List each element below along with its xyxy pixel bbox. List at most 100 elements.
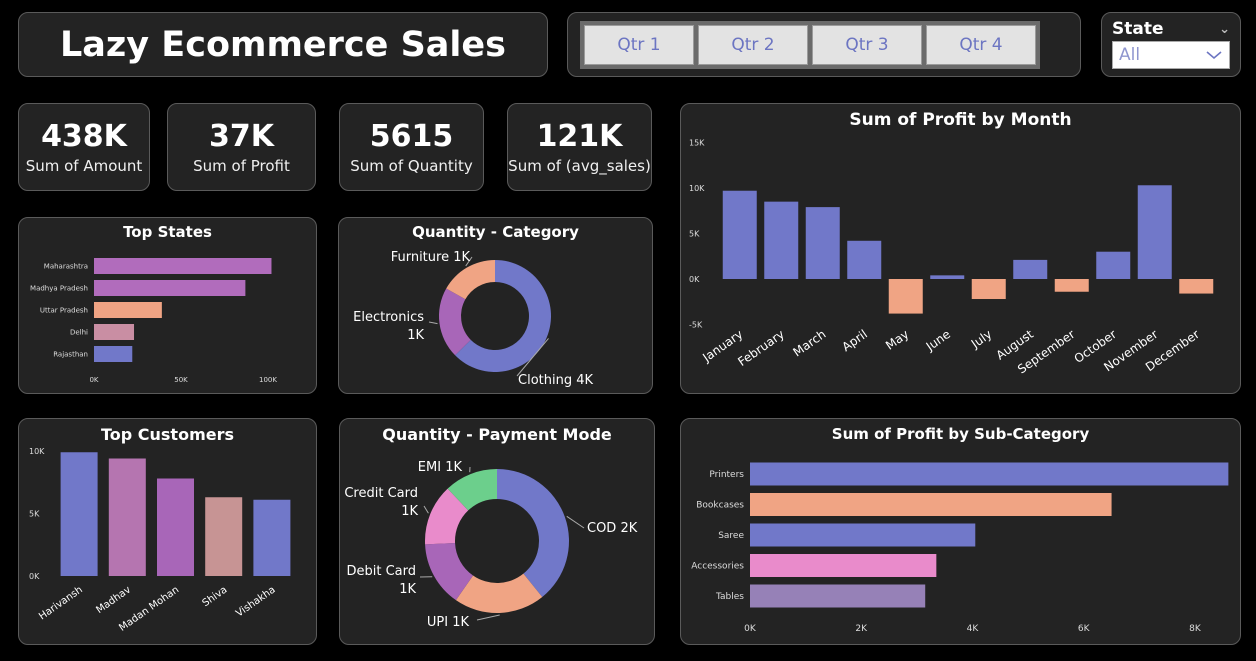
bar xyxy=(750,554,937,577)
top-states-card: Top States Maharashtra Madhya Pradesh Utta… xyxy=(18,217,317,394)
state-value: All xyxy=(1119,45,1141,65)
profit-by-subcategory-chart: Printers Bookcases Saree Accessories Tables 0… xyxy=(691,462,1229,634)
profit-by-subcategory-card: Sum of Profit by Sub-Category Printers Bo… xyxy=(680,418,1241,645)
y-tick-label: 10K xyxy=(689,184,705,193)
y-tick-label: 0K xyxy=(689,275,700,284)
quantity-category-chart: Clothing 4K Electronics 1K Furniture 1K xyxy=(353,250,593,388)
slice-label: Electronics 1K xyxy=(353,310,424,343)
bar xyxy=(750,523,976,547)
quarter-slicer: Qtr 1 Qtr 2 Qtr 3 Qtr 4 xyxy=(567,12,1081,77)
bar xyxy=(94,324,135,340)
x-tick-label: 0K xyxy=(89,376,98,384)
top-customers-chart: 10K5K0KHarivansh MadhavMadan Mohan Shiva Vi… xyxy=(29,447,291,634)
bar xyxy=(750,462,1229,486)
qtr-2-button[interactable]: Qtr 2 xyxy=(698,24,808,65)
category-label: Vishakha xyxy=(234,584,277,619)
category-label: Uttar Pradesh xyxy=(40,306,88,314)
slice-label: UPI 1K xyxy=(427,615,470,630)
bar xyxy=(60,452,98,576)
qtr-1-button[interactable]: Qtr 1 xyxy=(584,24,694,65)
x-tick-label: 8K xyxy=(1189,624,1202,634)
category-label: May xyxy=(883,327,911,353)
bar xyxy=(1137,185,1172,279)
kpi-value: 438K xyxy=(41,119,127,154)
category-label: February xyxy=(735,327,787,369)
category-label: Accessories xyxy=(691,562,744,572)
category-label: April xyxy=(839,327,870,354)
bar xyxy=(94,280,246,296)
bar xyxy=(94,346,133,362)
kpi-card-amount: 438K Sum of Amount xyxy=(18,103,150,191)
quarter-button-group: Qtr 1 Qtr 2 Qtr 3 Qtr 4 xyxy=(580,20,1040,69)
x-tick-label: 100K xyxy=(259,376,277,384)
qtr-3-button[interactable]: Qtr 3 xyxy=(812,24,922,65)
slice-label: COD 2K xyxy=(587,521,638,536)
kpi-value: 5615 xyxy=(369,119,454,154)
top-states-chart: Maharashtra Madhya Pradesh Uttar Pradesh De… xyxy=(30,258,277,384)
quantity-payment-card: Quantity - Payment Mode COD 2K UPI 1K Debi… xyxy=(339,418,655,645)
bar xyxy=(750,493,1112,516)
leader-line xyxy=(566,515,585,529)
bar xyxy=(157,478,194,576)
kpi-label: Sum of Profit xyxy=(193,157,290,175)
state-header: State ⌄ xyxy=(1112,19,1230,39)
state-label: State xyxy=(1112,19,1164,39)
title-card: Lazy Ecommerce Sales xyxy=(18,12,548,77)
bar xyxy=(888,279,923,314)
kpi-card-quantity: 5615 Sum of Quantity xyxy=(339,103,484,191)
state-slicer: State ⌄ All xyxy=(1101,12,1241,77)
quantity-category-card: Quantity - Category Clothing 4K Electroni… xyxy=(338,217,653,394)
y-tick-label: 0K xyxy=(29,572,40,581)
kpi-card-profit: 37K Sum of Profit xyxy=(167,103,316,191)
bar xyxy=(1013,259,1048,279)
kpi-label: Sum of Amount xyxy=(25,157,143,175)
bar xyxy=(805,207,840,279)
category-label: Madhya Pradesh xyxy=(30,284,88,292)
leader-line xyxy=(423,505,429,514)
y-tick-label: -5K xyxy=(689,321,703,330)
leader-line xyxy=(476,614,500,621)
bar xyxy=(205,497,243,576)
category-label: Maharashtra xyxy=(44,262,88,270)
x-tick-label: 4K xyxy=(967,624,980,634)
profit-by-month-card: Sum of Profit by Month 15K 10K 5K 0K -5K Janu… xyxy=(680,103,1241,394)
bar xyxy=(750,584,926,608)
profit-by-month-chart: 15K10K5K0K-5KJanuaryFebruary March April Ma… xyxy=(689,139,1214,377)
slice-label: EMI 1K xyxy=(418,460,463,475)
category-label: Printers xyxy=(709,470,744,480)
slice-label: Debit Card 1K xyxy=(346,564,416,597)
bar xyxy=(94,258,272,274)
category-label: Rajasthan xyxy=(53,350,88,358)
y-tick-label: 15K xyxy=(689,139,705,148)
bar xyxy=(108,458,146,576)
category-label: Saree xyxy=(718,531,744,541)
chevron-down-icon[interactable]: ⌄ xyxy=(1219,22,1230,37)
kpi-value: 121K xyxy=(536,119,623,154)
page-title: Lazy Ecommerce Sales xyxy=(60,24,506,65)
y-tick-label: 5K xyxy=(689,230,700,239)
category-label: Harivansh xyxy=(37,584,85,622)
bar xyxy=(1054,279,1089,292)
y-tick-label: 10K xyxy=(29,447,45,456)
bar xyxy=(94,302,162,318)
slice-label: Clothing 4K xyxy=(518,373,593,388)
kpi-card-avg-sales: 121K Sum of (avg_sales) xyxy=(507,103,652,191)
category-label: Delhi xyxy=(70,328,88,336)
y-tick-label: 5K xyxy=(29,510,40,519)
donut-slice xyxy=(497,469,569,597)
qtr-4-button[interactable]: Qtr 4 xyxy=(926,24,1036,65)
bar xyxy=(722,190,757,279)
category-label: Madhav xyxy=(94,584,133,616)
x-tick-label: 2K xyxy=(855,624,868,634)
category-label: July xyxy=(968,327,995,351)
bar xyxy=(971,279,1006,300)
category-label: June xyxy=(923,327,953,354)
kpi-label: Sum of Quantity xyxy=(350,157,473,175)
kpi-value: 37K xyxy=(209,119,274,154)
bar xyxy=(1096,251,1131,279)
state-dropdown[interactable]: All xyxy=(1112,41,1230,69)
chevron-down-icon xyxy=(1206,51,1222,60)
category-label: March xyxy=(790,327,828,359)
quantity-payment-chart: COD 2K UPI 1K Debit Card 1K Credit Card 1KEMI… xyxy=(344,460,638,630)
x-tick-label: 0K xyxy=(744,624,757,634)
